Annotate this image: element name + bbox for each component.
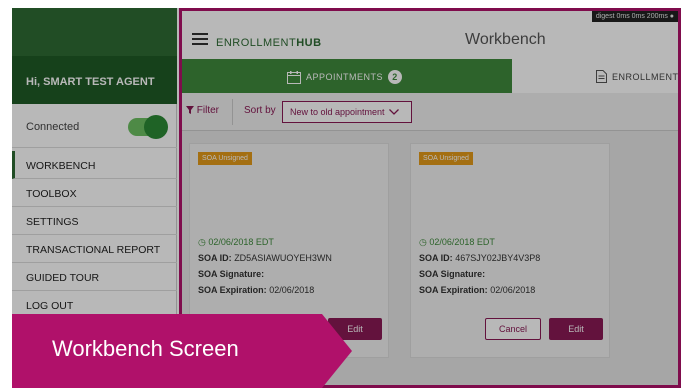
appointment-card: SOA Unsigned ◷ 02/06/2018 EDT SOA ID: 46… bbox=[410, 143, 610, 358]
filter-label: Filter bbox=[196, 105, 220, 116]
callout-label: Workbench Screen bbox=[52, 336, 239, 361]
sidebar-item-label: LOG OUT bbox=[26, 300, 74, 312]
soa-signature: SOA Signature: bbox=[198, 269, 265, 279]
brand-logo: ENROLLMENTHUB bbox=[216, 37, 322, 49]
appointment-date: ◷ 02/06/2018 EDT bbox=[198, 237, 274, 247]
sidebar-item-toolbox[interactable]: TOOLBOX bbox=[12, 179, 177, 207]
divider bbox=[232, 99, 233, 125]
soa-id: SOA ID: ZD5ASIAWUOYEH3WN bbox=[198, 253, 332, 263]
toggle-knob bbox=[144, 115, 168, 139]
hamburger-icon[interactable] bbox=[192, 33, 208, 45]
page-title: Workbench bbox=[465, 31, 546, 48]
status-badge: SOA Unsigned bbox=[198, 152, 252, 165]
cancel-button[interactable]: Cancel bbox=[485, 318, 541, 340]
funnel-icon bbox=[186, 106, 194, 114]
debug-readout: digest 0ms 0ms 200ms ● bbox=[591, 11, 678, 22]
sidebar-nav: WORKBENCH TOOLBOX SETTINGS TRANSACTIONAL… bbox=[12, 151, 177, 319]
sidebar-item-transactional-report[interactable]: TRANSACTIONAL REPORT bbox=[12, 235, 177, 263]
callout-banner: Workbench Screen bbox=[12, 314, 352, 388]
tab-enrollment[interactable]: ENROLLMENT A bbox=[512, 59, 678, 93]
sort-label: Sort by bbox=[244, 105, 276, 116]
sort-select[interactable]: New to old appointment bbox=[282, 101, 412, 123]
document-icon bbox=[596, 70, 607, 83]
count-badge: 2 bbox=[388, 70, 403, 84]
tab-appointments[interactable]: APPOINTMENTS 2 bbox=[182, 59, 512, 93]
sidebar-item-label: SETTINGS bbox=[26, 216, 79, 228]
sidebar-item-label: GUIDED TOUR bbox=[26, 272, 100, 284]
status-badge: SOA Unsigned bbox=[419, 152, 473, 165]
sidebar-item-label: WORKBENCH bbox=[26, 160, 96, 172]
appointment-date: ◷ 02/06/2018 EDT bbox=[419, 237, 495, 247]
sidebar-item-label: TRANSACTIONAL REPORT bbox=[26, 244, 161, 256]
filter-toolbar: Filter Sort by New to old appointment bbox=[182, 93, 678, 131]
sidebar-item-workbench[interactable]: WORKBENCH bbox=[12, 151, 177, 179]
app-header: ENROLLMENTHUB Workbench digest 0ms 0ms 2… bbox=[182, 11, 678, 59]
connection-toggle[interactable] bbox=[128, 115, 168, 139]
filter-button[interactable]: Filter bbox=[186, 105, 219, 116]
clock-icon: ◷ bbox=[419, 237, 427, 247]
screenshot-frame: Hi, SMART TEST AGENT Connected WORKBENCH… bbox=[0, 0, 687, 391]
soa-expiration: SOA Expiration: 02/06/2018 bbox=[198, 285, 315, 295]
connection-label: Connected bbox=[26, 121, 80, 133]
tab-bar: APPOINTMENTS 2 ENROLLMENT A bbox=[182, 59, 678, 93]
calendar-icon bbox=[287, 70, 301, 84]
sidebar-header bbox=[12, 8, 177, 56]
sidebar-item-guided-tour[interactable]: GUIDED TOUR bbox=[12, 263, 177, 291]
soa-expiration: SOA Expiration: 02/06/2018 bbox=[419, 285, 536, 295]
connection-row: Connected bbox=[12, 104, 177, 148]
edit-button[interactable]: Edit bbox=[549, 318, 603, 340]
tab-label: APPOINTMENTS bbox=[306, 72, 384, 82]
chevron-down-icon bbox=[389, 109, 400, 115]
clock-icon: ◷ bbox=[198, 237, 206, 247]
sidebar-item-label: TOOLBOX bbox=[26, 188, 77, 200]
tab-label: ENROLLMENT A bbox=[612, 71, 681, 82]
soa-signature: SOA Signature: bbox=[419, 269, 486, 279]
sort-value: New to old appointment bbox=[290, 107, 385, 117]
soa-id: SOA ID: 467SJY02JBY4V3P8 bbox=[419, 253, 541, 263]
sidebar-item-settings[interactable]: SETTINGS bbox=[12, 207, 177, 235]
user-greeting: Hi, SMART TEST AGENT bbox=[12, 56, 177, 104]
